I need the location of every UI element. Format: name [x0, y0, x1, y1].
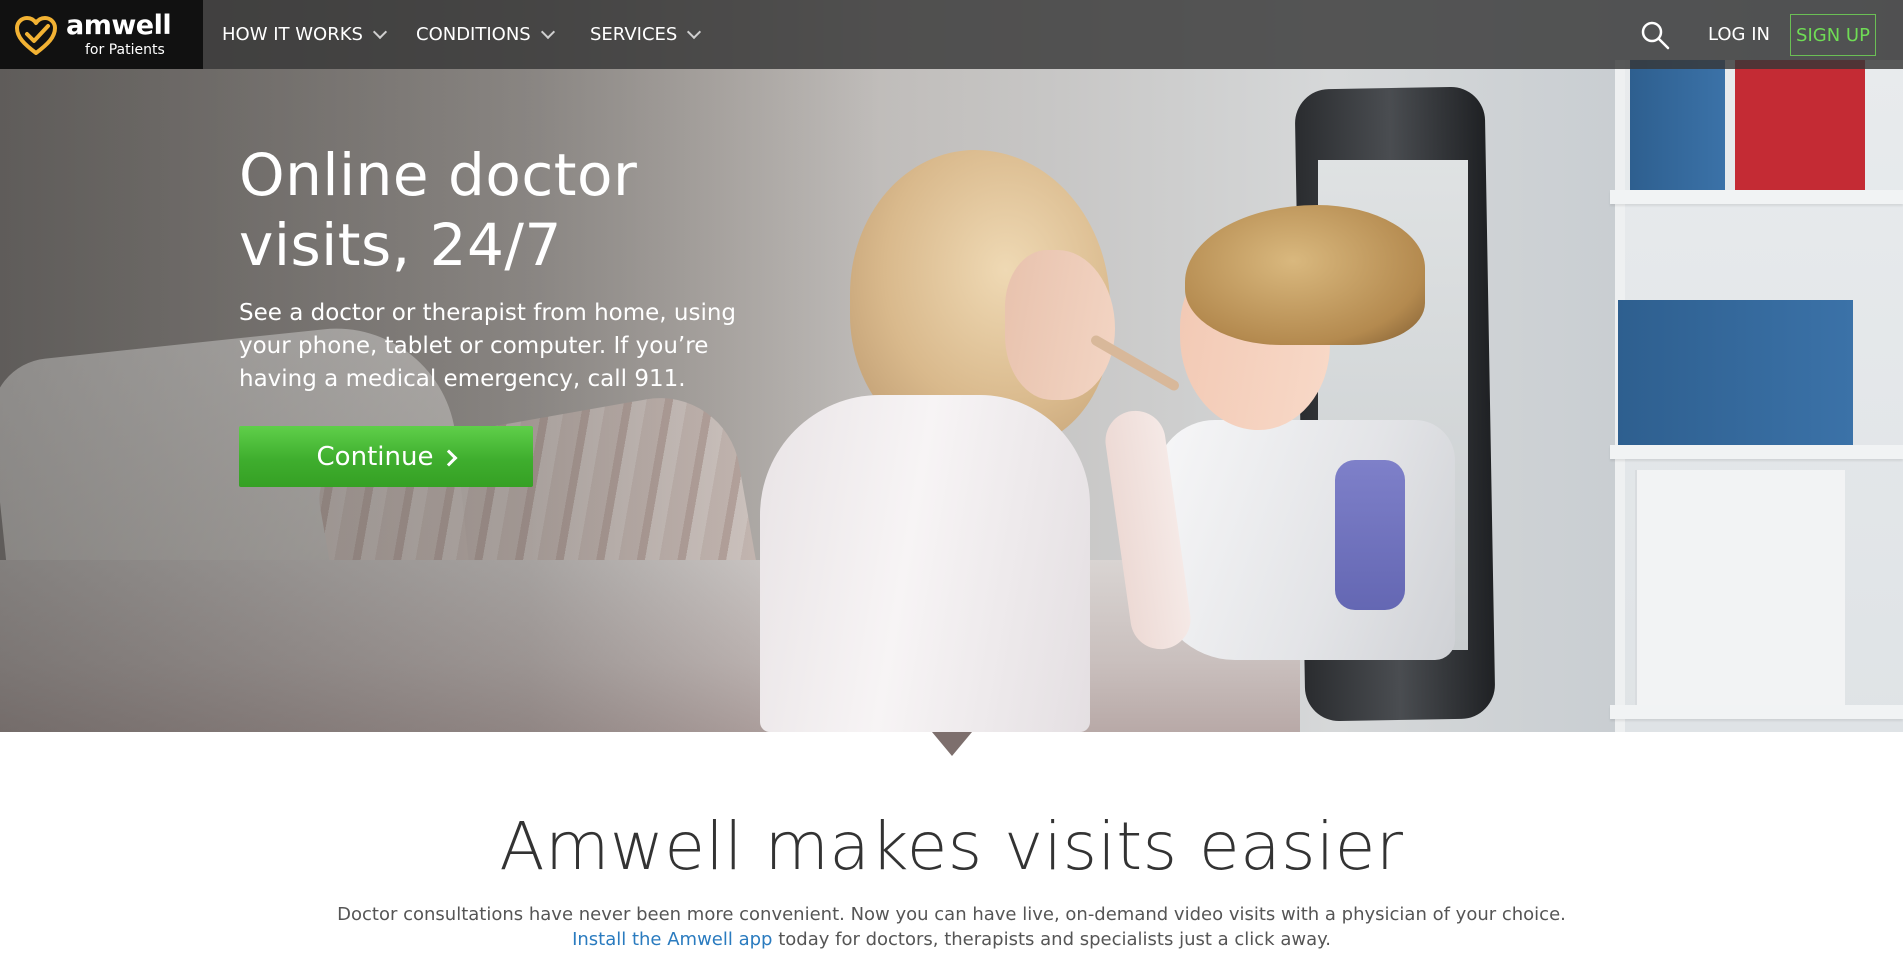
- hero-photo-doctor-hair: [1185, 205, 1425, 345]
- nav-item-label: HOW IT WORKS: [222, 24, 363, 45]
- nav-services[interactable]: SERVICES: [590, 0, 702, 69]
- chevron-down-icon: [540, 24, 555, 39]
- continue-button[interactable]: Continue: [239, 426, 533, 487]
- logo-subtitle: for Patients: [85, 42, 165, 58]
- nav-item-label: SERVICES: [590, 24, 678, 45]
- shelf-board: [1610, 705, 1903, 719]
- nav-how-it-works[interactable]: HOW IT WORKS: [222, 0, 388, 69]
- section-text-tail: today for doctors, therapists and specia…: [772, 929, 1331, 950]
- nav-conditions[interactable]: CONDITIONS: [416, 0, 555, 69]
- shelf-binders: [1635, 470, 1845, 705]
- hero-banner: Online doctor visits, 24/7 See a doctor …: [0, 0, 1903, 732]
- signup-button[interactable]: SIGN UP: [1790, 14, 1876, 56]
- shelf-board: [1610, 445, 1903, 459]
- hero-photo-doctor-coat: [1155, 420, 1455, 660]
- shelf-box: [1735, 60, 1865, 190]
- chevron-down-icon: [687, 24, 702, 39]
- chevron-right-icon: [440, 449, 458, 466]
- shelf-books: [1630, 60, 1725, 190]
- install-app-link[interactable]: Install the Amwell app: [572, 929, 772, 950]
- section-text-line: Install the Amwell app today for doctors…: [0, 927, 1903, 952]
- continue-button-label: Continue: [316, 441, 434, 472]
- nav-item-label: CONDITIONS: [416, 24, 531, 45]
- section-title: Amwell makes visits easier: [499, 808, 1404, 885]
- section-description: Doctor consultations have never been mor…: [0, 902, 1903, 952]
- amwell-logo[interactable]: amwell for Patients: [0, 0, 203, 69]
- section-text-line: Doctor consultations have never been mor…: [337, 904, 1566, 925]
- hero-photo-girl-shirt: [760, 395, 1090, 732]
- logo-wordmark: amwell: [66, 10, 172, 41]
- heart-check-icon: [15, 16, 57, 55]
- top-navigation: amwell for Patients HOW IT WORKS CONDITI…: [0, 0, 1903, 69]
- hero-pointer: [932, 732, 972, 756]
- hero-photo-doctor-scrubs: [1335, 460, 1405, 610]
- hero-description: See a doctor or therapist from home, usi…: [239, 300, 737, 392]
- hero-title: Online doctor visits, 24/7: [239, 141, 638, 279]
- shelf-board: [1610, 190, 1903, 204]
- login-link[interactable]: LOG IN: [1708, 0, 1770, 69]
- search-icon[interactable]: [1640, 20, 1670, 50]
- shelf-books: [1618, 300, 1853, 445]
- chevron-down-icon: [372, 24, 388, 39]
